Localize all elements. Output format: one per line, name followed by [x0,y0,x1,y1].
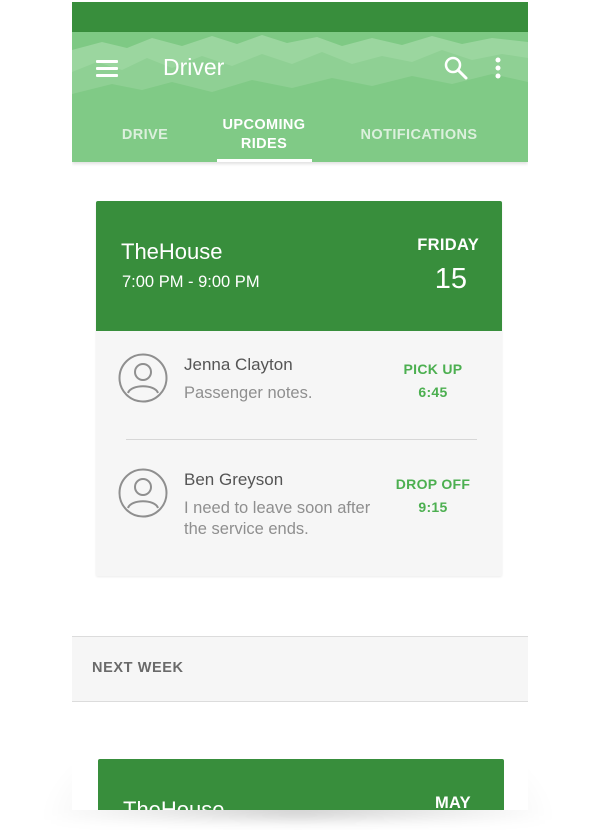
action-label: PICK UP [403,361,463,377]
section-label: NEXT WEEK [92,660,184,676]
ride-day-number: 15 [434,263,467,295]
passenger-action: DROP OFF 9:15 [388,476,478,515]
menu-icon-bar [96,67,118,70]
menu-button[interactable] [94,56,122,80]
tab-upcoming-rides[interactable]: UPCOMING RIDES [216,108,312,162]
passenger-notes: Passenger notes. [184,384,313,402]
menu-icon-bar [96,60,118,63]
phone-screen: Driver DRIVE UPCOMING RIDES NOTIFICATION… [72,2,528,810]
ride-month: MAY [434,794,471,810]
more-vert-icon [495,57,501,79]
tab-drive[interactable]: DRIVE [92,108,198,162]
ride-time-range: 7:00 PM - 9:00 PM [122,273,260,291]
account-circle-icon [118,353,168,403]
passenger-item[interactable]: Jenna Clayton Passenger notes. PICK UP 6… [96,351,502,431]
active-tab-indicator [217,159,312,162]
app-bar: Driver DRIVE UPCOMING RIDES NOTIFICATION… [72,32,528,162]
passenger-divider [126,439,477,440]
passenger-name: Jenna Clayton [184,355,293,374]
passenger-name: Ben Greyson [184,470,284,489]
action-time: 6:45 [418,384,448,400]
account-circle-icon [118,468,168,518]
ride-place: TheHouse [123,797,225,810]
tab-notifications[interactable]: NOTIFICATIONS [344,108,494,162]
more-options-button[interactable] [487,54,509,82]
search-button[interactable] [442,54,470,82]
ride-place: TheHouse [121,239,223,264]
action-time: 9:15 [418,499,448,515]
action-label: DROP OFF [395,476,471,492]
section-header: NEXT WEEK [72,636,528,702]
menu-icon-bar [96,74,118,77]
passenger-notes: I need to leave soon after the service e… [184,499,371,538]
ride-card-next[interactable]: TheHouse MAY [98,759,504,810]
ride-card[interactable]: TheHouse 7:00 PM - 9:00 PM FRIDAY 15 Jen… [96,201,502,576]
app-title: Driver [163,54,225,80]
tab-bar: DRIVE UPCOMING RIDES NOTIFICATIONS [72,108,528,162]
ride-day-name: FRIDAY [417,236,479,254]
search-icon [444,56,468,80]
passenger-action: PICK UP 6:45 [388,361,478,400]
passenger-item[interactable]: Ben Greyson I need to leave soon after t… [96,466,502,556]
status-bar [72,2,528,32]
ride-card-header: TheHouse 7:00 PM - 9:00 PM FRIDAY 15 [96,201,502,331]
